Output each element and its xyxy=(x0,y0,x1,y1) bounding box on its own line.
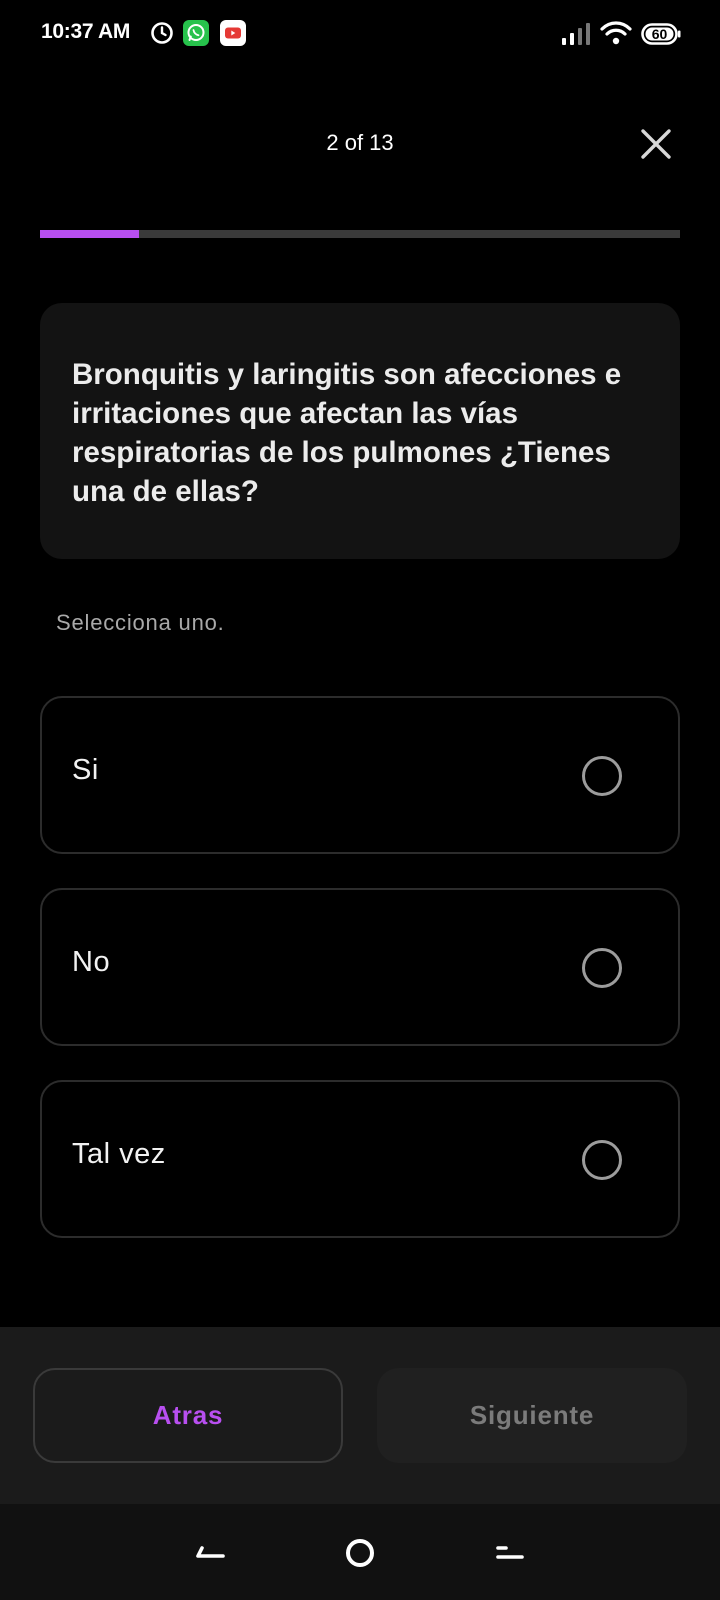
status-bar: 10:37 AM 60 xyxy=(0,0,720,70)
option-label: No xyxy=(72,946,111,978)
radio-button[interactable] xyxy=(582,756,622,796)
clock-icon xyxy=(151,22,173,44)
youtube-icon xyxy=(220,20,246,46)
whatsapp-icon xyxy=(183,20,209,46)
recents-icon[interactable] xyxy=(484,1528,534,1578)
signal-icon xyxy=(562,23,590,45)
instruction-text: Selecciona uno. xyxy=(56,610,225,635)
battery-level: 60 xyxy=(651,26,668,42)
option-label: Tal vez xyxy=(72,1138,166,1170)
radio-button[interactable] xyxy=(582,948,622,988)
progress-bar-fill xyxy=(40,230,139,238)
battery-icon: 60 xyxy=(641,23,681,45)
question-card: Bronquitis y laringitis son afecciones e… xyxy=(40,303,680,559)
option-label: Si xyxy=(72,754,99,786)
question-text: Bronquitis y laringitis son afecciones e… xyxy=(72,358,622,508)
option-tal-vez[interactable]: Tal vez xyxy=(40,1080,680,1238)
option-si[interactable]: Si xyxy=(40,696,680,854)
radio-button[interactable] xyxy=(582,1140,622,1180)
system-nav-bar xyxy=(0,1504,720,1600)
progress-label: 2 of 13 xyxy=(326,130,394,155)
next-button[interactable]: Siguiente xyxy=(377,1368,687,1463)
action-bar: Atras Siguiente xyxy=(0,1327,720,1504)
status-time: 10:37 AM xyxy=(41,20,131,43)
progress-bar xyxy=(40,230,680,238)
wifi-icon xyxy=(600,21,632,45)
option-no[interactable]: No xyxy=(40,888,680,1046)
home-icon[interactable] xyxy=(335,1528,385,1578)
back-button[interactable]: Atras xyxy=(33,1368,343,1463)
close-icon[interactable] xyxy=(636,124,676,164)
back-gesture-icon[interactable] xyxy=(185,1528,235,1578)
